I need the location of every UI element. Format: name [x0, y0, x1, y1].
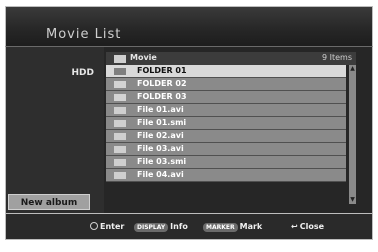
new-album-button[interactable]: New album [8, 194, 90, 210]
list-item-name: FOLDER 01 [137, 66, 187, 75]
enter-icon [90, 222, 98, 230]
device-label: HDD [71, 68, 94, 78]
list-item-name: File 03.avi [137, 144, 184, 153]
info-label: Info [170, 222, 188, 231]
marker-key-badge: MARKER [203, 223, 238, 232]
list-item-name: FOLDER 02 [137, 79, 187, 88]
list-item-name: File 03.smi [137, 157, 187, 166]
item-count: 9 Items [321, 53, 352, 62]
movie-file-icon [114, 172, 126, 179]
subtitle-file-icon [114, 159, 126, 166]
list-item-name: FOLDER 03 [137, 92, 187, 101]
current-folder-title: Movie [130, 53, 157, 62]
list-item[interactable]: File 01.avi [106, 104, 346, 117]
movie-list-screen: Movie List HDD New album Movie 9 Items F… [0, 0, 378, 252]
scroll-up-icon[interactable]: ▲ [349, 65, 356, 73]
close-label: Close [299, 222, 324, 231]
close-hint: ↩ Close [291, 222, 324, 231]
folder-icon [114, 55, 126, 63]
list-item-name: File 01.avi [137, 105, 184, 114]
list-item[interactable]: File 02.avi [106, 130, 346, 143]
list-item[interactable]: FOLDER 02 [106, 78, 346, 91]
list-item-name: File 02.avi [137, 131, 184, 140]
enter-hint: Enter [90, 222, 124, 231]
page-title: Movie List [46, 27, 122, 42]
list-item[interactable]: FOLDER 03 [106, 91, 346, 104]
info-hint: DISPLAY Info [134, 222, 188, 232]
list-item-name: File 01.smi [137, 118, 187, 127]
list-item[interactable]: File 01.smi [106, 117, 346, 130]
movie-file-icon [114, 146, 126, 153]
main-panel: HDD New album Movie 9 Items FOLDER 01 FO… [5, 46, 373, 214]
file-list: Movie 9 Items FOLDER 01 FOLDER 02 FOLDER… [106, 52, 356, 204]
subtitle-file-icon [114, 120, 126, 127]
footer-hints: Enter DISPLAY Info MARKER Mark ↩ Close [5, 214, 373, 240]
sidebar: HDD New album [6, 47, 104, 213]
return-icon: ↩ [291, 222, 298, 231]
header-bar: Movie List [5, 6, 373, 46]
scroll-down-icon[interactable]: ▼ [349, 196, 356, 204]
list-scrollbar[interactable]: ▲ ▼ [349, 65, 356, 204]
enter-label: Enter [100, 222, 125, 231]
mark-label: Mark [239, 222, 263, 231]
folder-icon [114, 81, 126, 88]
folder-icon [114, 94, 126, 101]
movie-file-icon [114, 133, 126, 140]
list-item[interactable]: File 03.smi [106, 156, 346, 169]
mark-hint: MARKER Mark [203, 222, 262, 232]
folder-icon [114, 68, 126, 75]
display-key-badge: DISPLAY [134, 223, 169, 232]
list-header: Movie 9 Items [106, 52, 356, 65]
movie-file-icon [114, 107, 126, 114]
list-item[interactable]: FOLDER 01 [106, 65, 346, 78]
list-item[interactable]: File 03.avi [106, 143, 346, 156]
list-item[interactable]: File 04.avi [106, 169, 346, 182]
list-item-name: File 04.avi [137, 170, 184, 179]
